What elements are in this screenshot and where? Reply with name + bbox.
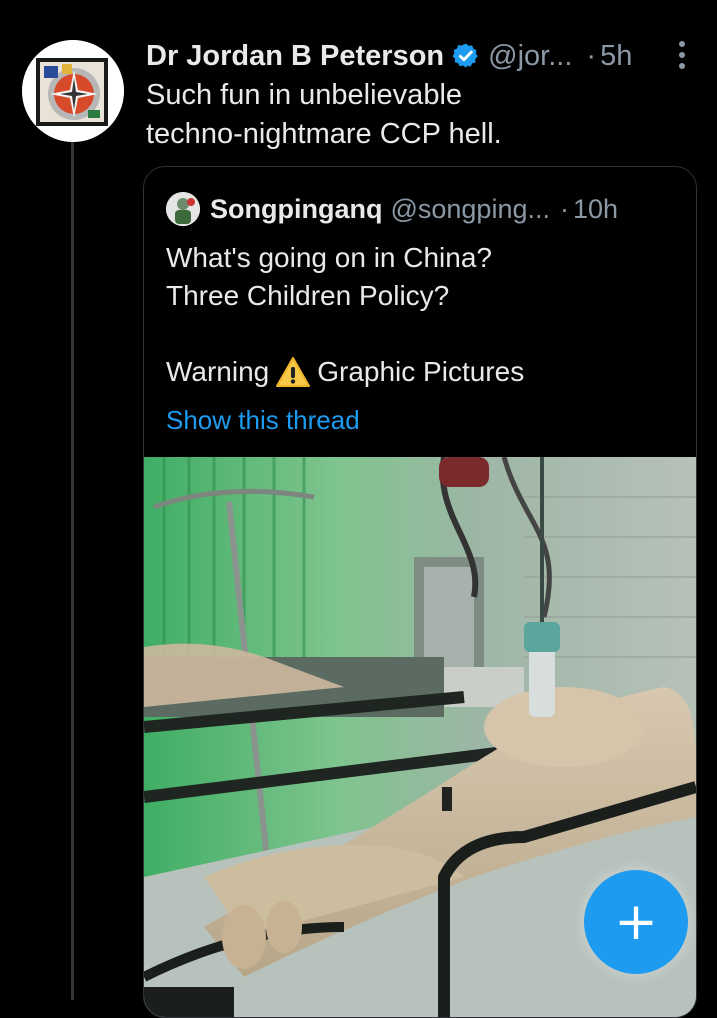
thread-connector-line	[71, 140, 74, 1000]
warning-description: Graphic Pictures	[317, 356, 525, 387]
warning-line: Warning Graphic Pictures	[166, 353, 676, 391]
quoted-tweet-text: What's going on in China? Three Children…	[166, 239, 676, 391]
more-options-icon[interactable]	[677, 38, 687, 72]
author-name[interactable]: Dr Jordan B Peterson	[146, 40, 444, 73]
quoted-author-handle[interactable]: @songping...	[390, 194, 550, 225]
tweet-text-line: Such fun in unbelievable	[146, 79, 463, 111]
separator-dot: ·	[559, 193, 569, 224]
author-avatar[interactable]	[22, 40, 124, 142]
warning-label: Warning	[166, 356, 270, 387]
quoted-tweet-timestamp[interactable]: 10h	[573, 194, 618, 225]
tweet-timestamp[interactable]: 5h	[600, 40, 632, 73]
plus-icon: +	[614, 892, 658, 952]
tweet-text: Such fun in unbelievable techno-nightmar…	[146, 76, 666, 154]
quoted-author-avatar[interactable]	[166, 192, 200, 226]
tweet-header: Dr Jordan B Peterson @jor... · 5h	[146, 34, 687, 78]
warning-icon	[276, 357, 311, 387]
verified-badge-icon	[452, 43, 478, 68]
quoted-author-name[interactable]: Songpinganq	[210, 194, 382, 225]
author-handle[interactable]: @jor...	[488, 40, 572, 73]
show-thread-link[interactable]: Show this thread	[166, 405, 360, 436]
quoted-tweet-header: Songpinganq @songping... · 10h	[166, 189, 678, 229]
quoted-text-line: Three Children Policy?	[166, 280, 450, 311]
quoted-text-line: What's going on in China?	[166, 242, 492, 273]
tweet-text-line: techno-nightmare CCP hell.	[146, 118, 502, 150]
separator-dot: ·	[586, 39, 597, 72]
compose-tweet-button[interactable]: +	[584, 870, 688, 974]
